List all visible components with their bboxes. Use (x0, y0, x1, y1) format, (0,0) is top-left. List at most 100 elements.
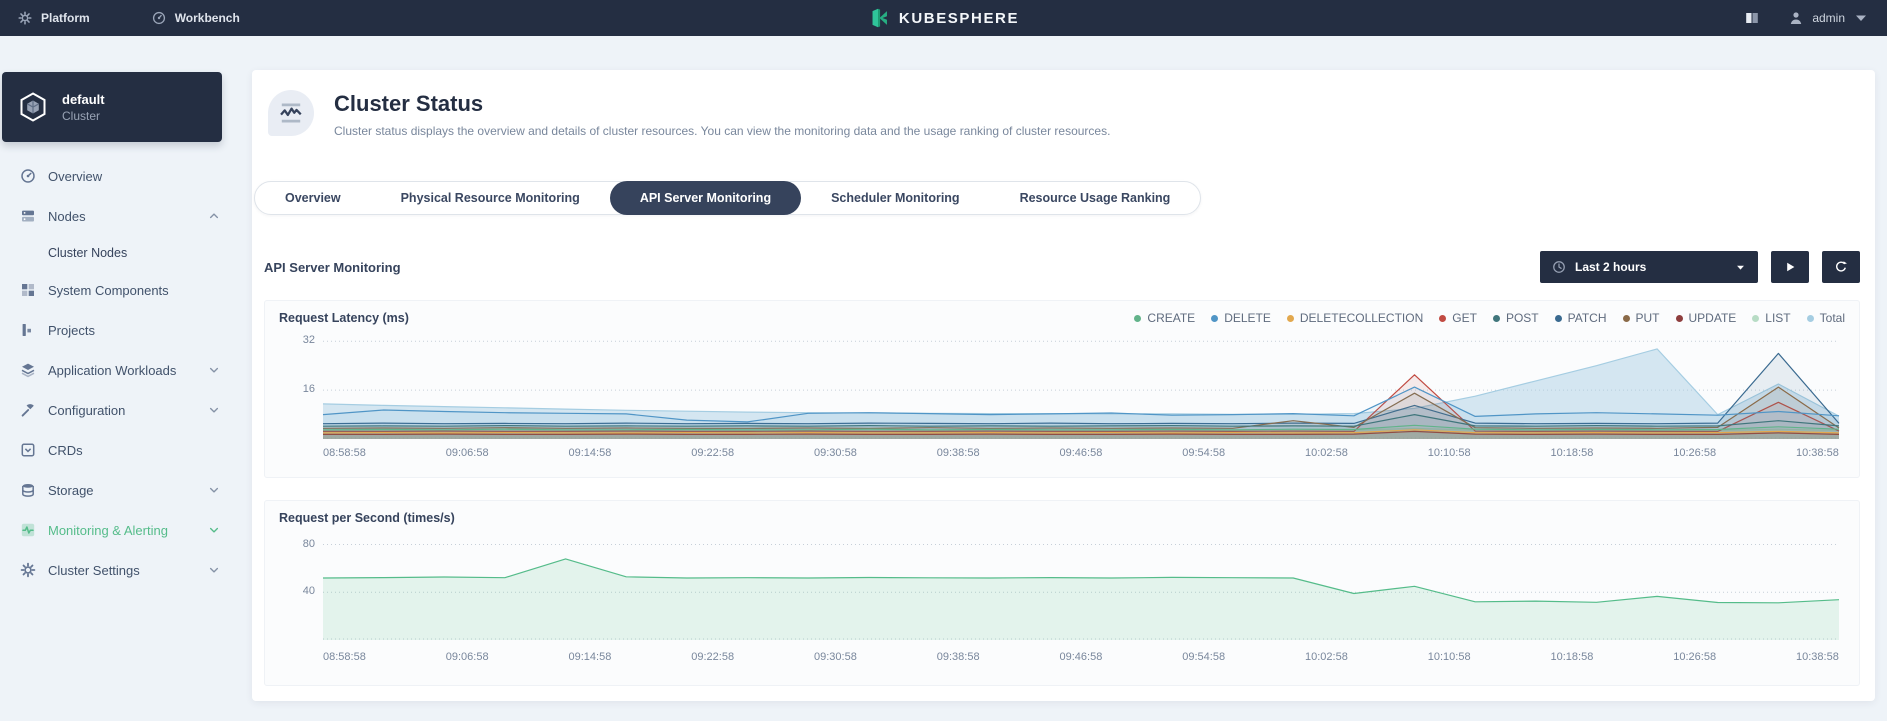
legend-item-put: PUT (1623, 311, 1660, 325)
cluster-selector[interactable]: default Cluster (2, 72, 222, 142)
x-tick-label: 09:22:58 (691, 447, 734, 459)
play-icon (1783, 260, 1797, 274)
legend-dot (1623, 315, 1630, 322)
components-icon (20, 282, 36, 298)
page-description: Cluster status displays the overview and… (334, 124, 1110, 138)
tab-resource-usage-ranking[interactable]: Resource Usage Ranking (990, 182, 1201, 214)
sidebar-item-projects[interactable]: Projects (0, 310, 240, 350)
legend-label: PATCH (1568, 311, 1607, 325)
sidebar-item-overview[interactable]: Overview (0, 156, 240, 196)
gear-icon (18, 11, 32, 25)
tab-scheduler-monitoring[interactable]: Scheduler Monitoring (801, 182, 989, 214)
chevron-down-icon (208, 404, 220, 416)
legend-label: PUT (1636, 311, 1660, 325)
brand-logo[interactable]: KUBESPHERE (868, 7, 1019, 29)
legend-item-get: GET (1439, 311, 1477, 325)
sidebar-item-label: Storage (48, 483, 94, 498)
x-tick-label: 10:26:58 (1673, 447, 1716, 459)
legend-label: POST (1506, 311, 1539, 325)
x-tick-label: 10:38:58 (1796, 651, 1839, 663)
sidebar-item-label: Configuration (48, 403, 125, 418)
request-per-second-chart: 4080 (323, 535, 1839, 640)
user-menu[interactable]: admin (1788, 10, 1869, 26)
refresh-icon (1834, 260, 1848, 274)
legend-dot (1493, 315, 1500, 322)
chevron-down-icon (208, 364, 220, 376)
chevron-down-icon (208, 564, 220, 576)
monitoring-toolbar: API Server Monitoring Last 2 hours (264, 250, 1860, 284)
sidebar-subitem-cluster-nodes[interactable]: Cluster Nodes (0, 236, 240, 270)
brand-name: KUBESPHERE (899, 10, 1019, 27)
workbench-icon (152, 11, 166, 25)
legend-label: DELETE (1224, 311, 1271, 325)
x-axis-labels: 08:58:5809:06:5809:14:5809:22:5809:30:58… (323, 651, 1839, 663)
legend-item-patch: PATCH (1555, 311, 1607, 325)
hammer-icon (20, 402, 36, 418)
sidebar-item-monitoring-alerting[interactable]: Monitoring & Alerting (0, 510, 240, 550)
chevron-down-icon (1853, 10, 1869, 26)
sidebar-nav: OverviewNodesCluster Nodes System Compone… (0, 156, 240, 590)
username: admin (1812, 11, 1845, 25)
topbar: Platform Workbench KUBESPHERE admin (0, 0, 1887, 36)
chevron-down-icon (1735, 262, 1746, 273)
tab-overview[interactable]: Overview (255, 182, 371, 214)
x-tick-label: 10:18:58 (1551, 651, 1594, 663)
legend-dot (1134, 315, 1141, 322)
legend-dot (1211, 315, 1218, 322)
autorefresh-play-button[interactable] (1771, 251, 1809, 283)
legend-dot (1439, 315, 1446, 322)
sidebar-item-storage[interactable]: Storage (0, 470, 240, 510)
x-tick-label: 10:02:58 (1305, 651, 1348, 663)
legend-label: UPDATE (1689, 311, 1737, 325)
legend-label: DELETECOLLECTION (1300, 311, 1423, 325)
workbench-link[interactable]: Workbench (152, 0, 240, 36)
monitor-icon (20, 522, 36, 538)
sidebar-item-application-workloads[interactable]: Application Workloads (0, 350, 240, 390)
x-tick-label: 10:02:58 (1305, 447, 1348, 459)
x-tick-label: 09:46:58 (1060, 447, 1103, 459)
x-tick-label: 09:54:58 (1182, 651, 1225, 663)
x-tick-label: 09:30:58 (814, 651, 857, 663)
x-tick-label: 08:58:58 (323, 447, 366, 459)
chevron-down-icon (208, 524, 220, 536)
main-panel: Cluster Status Cluster status displays t… (252, 70, 1875, 701)
sidebar-item-crds[interactable]: CRDs (0, 430, 240, 470)
sidebar-item-cluster-settings[interactable]: Cluster Settings (0, 550, 240, 590)
y-tick-label: 40 (273, 585, 315, 597)
tab-bar: OverviewPhysical Resource MonitoringAPI … (254, 181, 1201, 215)
platform-menu[interactable]: Platform (18, 0, 90, 36)
chart-legend: CREATE DELETE DELETECOLLECTION GET POST PATCH… (1134, 311, 1845, 325)
tab-api-server-monitoring[interactable]: API Server Monitoring (610, 181, 801, 215)
chart-title: Request Latency (ms) (279, 311, 409, 325)
x-tick-label: 09:06:58 (446, 651, 489, 663)
legend-item-list: LIST (1752, 311, 1790, 325)
storage-icon (20, 482, 36, 498)
legend-label: Total (1820, 311, 1845, 325)
sidebar-item-configuration[interactable]: Configuration (0, 390, 240, 430)
request-per-second-svg (323, 535, 1839, 640)
x-tick-label: 08:58:58 (323, 651, 366, 663)
x-tick-label: 10:38:58 (1796, 447, 1839, 459)
x-tick-label: 10:18:58 (1551, 447, 1594, 459)
sidebar-item-label: Monitoring & Alerting (48, 523, 168, 538)
tab-physical-resource-monitoring[interactable]: Physical Resource Monitoring (371, 182, 610, 214)
nodes-icon (20, 208, 36, 224)
refresh-button[interactable] (1822, 251, 1860, 283)
sidebar-item-system-components[interactable]: System Components (0, 270, 240, 310)
x-tick-label: 09:38:58 (937, 447, 980, 459)
x-tick-label: 09:14:58 (569, 447, 612, 459)
x-tick-label: 10:10:58 (1428, 651, 1471, 663)
x-tick-label: 09:30:58 (814, 447, 857, 459)
legend-dot (1676, 315, 1683, 322)
sidebar-item-nodes[interactable]: Nodes (0, 196, 240, 236)
legend-dot (1752, 315, 1759, 322)
legend-dot (1287, 315, 1294, 322)
legend-item-create: CREATE (1134, 311, 1195, 325)
legend-dot (1555, 315, 1562, 322)
x-tick-label: 09:46:58 (1060, 651, 1103, 663)
request-per-second-panel: Request per Second (times/s) 4080 08:58:… (264, 500, 1860, 686)
sidebar-item-label: System Components (48, 283, 169, 298)
time-range-select[interactable]: Last 2 hours (1540, 251, 1758, 283)
request-latency-chart: 1632 (323, 329, 1839, 439)
docs-book-icon[interactable] (1744, 10, 1760, 26)
